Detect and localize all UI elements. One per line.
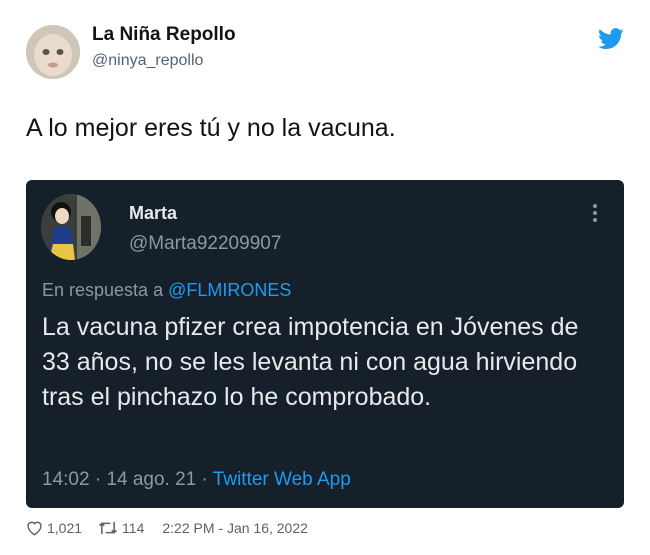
like-count: 1,021 xyxy=(47,520,83,536)
quoted-tweet[interactable]: Marta @Marta92209907 En respuesta a @FLM… xyxy=(26,180,624,508)
quoted-source-link[interactable]: Twitter Web App xyxy=(213,469,351,490)
quoted-date[interactable]: 14 ago. 21 xyxy=(106,469,196,490)
tweet-text: A lo mejor eres tú y no la vacuna. xyxy=(26,114,396,142)
quoted-tweet-text: La vacuna pfizer crea impotencia en Jóve… xyxy=(42,313,579,411)
quoted-author-handle[interactable]: @Marta92209907 xyxy=(129,233,281,255)
retweet-icon xyxy=(99,521,118,535)
more-options-icon[interactable] xyxy=(592,204,598,226)
retweet-count: 114 xyxy=(122,520,145,536)
quoted-time[interactable]: 14:02 xyxy=(42,469,90,490)
meta-separator: · xyxy=(201,469,208,490)
tweet-timestamp[interactable]: 2:22 PM - Jan 16, 2022 xyxy=(162,520,308,536)
quoted-author-name[interactable]: Marta xyxy=(129,203,177,224)
retweet-button[interactable]: 114 xyxy=(98,520,144,536)
heart-icon xyxy=(27,521,42,536)
timestamp-text: 2:22 PM - Jan 16, 2022 xyxy=(162,520,308,536)
author-avatar[interactable] xyxy=(26,25,80,79)
twitter-bird-icon[interactable] xyxy=(598,28,624,50)
quoted-author-avatar[interactable] xyxy=(41,194,101,260)
quoted-tweet-meta: 14:02 · 14 ago. 21 · Twitter Web App xyxy=(42,469,351,491)
tweet-footer: 1,021 114 2:22 PM - Jan 16, 2022 xyxy=(26,520,308,536)
reply-to-link[interactable]: @FLMIRONES xyxy=(168,280,291,300)
reply-context: En respuesta a @FLMIRONES xyxy=(42,280,291,301)
meta-separator: · xyxy=(94,469,102,490)
author-handle[interactable]: @ninya_repollo xyxy=(92,52,203,70)
like-button[interactable]: 1,021 xyxy=(26,520,82,536)
author-name[interactable]: La Niña Repollo xyxy=(92,24,236,46)
reply-prefix: En respuesta a xyxy=(42,280,164,300)
